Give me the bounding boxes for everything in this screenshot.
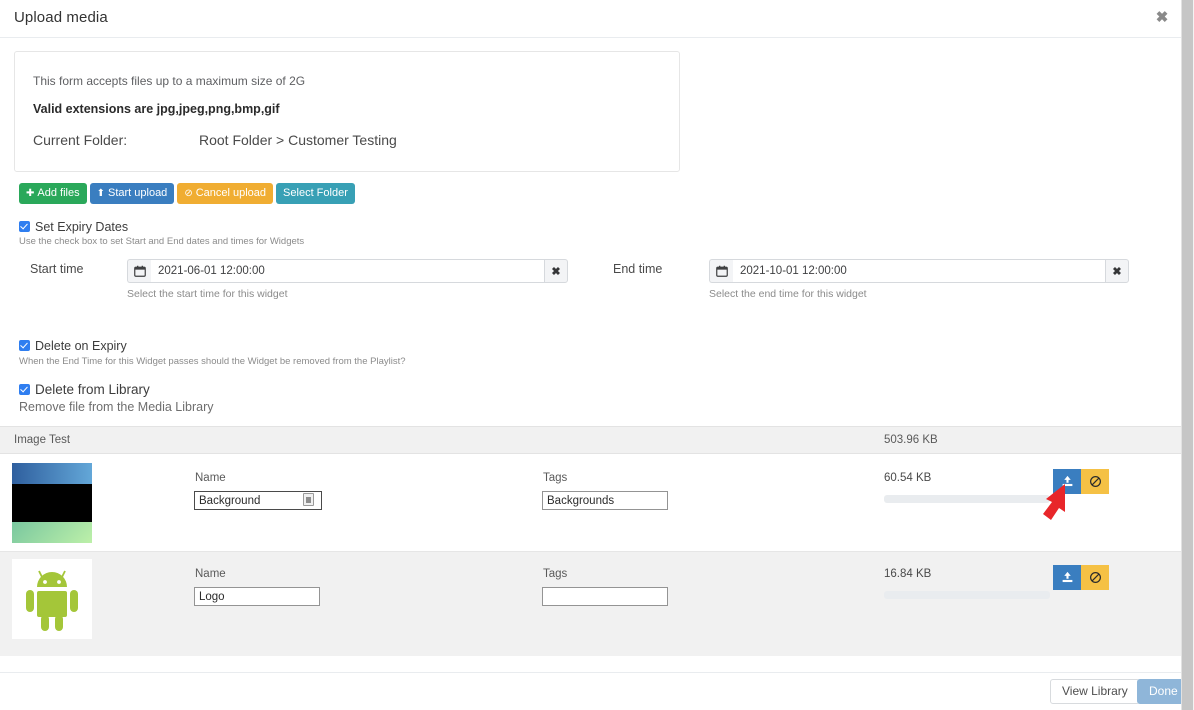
- upload-media-modal: Upload media ✖ This form accepts files u…: [0, 0, 1194, 710]
- end-time-label: End time: [613, 262, 662, 276]
- select-folder-label: Select Folder: [283, 187, 348, 199]
- delete-from-library-row[interactable]: Delete from Library: [19, 381, 150, 399]
- current-folder-value: Root Folder > Customer Testing: [199, 132, 397, 148]
- start-time-clear-button[interactable]: ✖: [544, 259, 568, 283]
- max-size-text: This form accepts files up to a maximum …: [33, 74, 305, 88]
- row-action-buttons: [1053, 469, 1109, 494]
- modal-footer: View Library Done: [0, 672, 1181, 710]
- end-time-clear-button[interactable]: ✖: [1105, 259, 1129, 283]
- row-action-buttons: [1053, 565, 1109, 590]
- start-upload-button[interactable]: ⬆Start upload: [90, 183, 175, 204]
- file-tags-input[interactable]: [542, 587, 668, 606]
- tags-column-label: Tags: [543, 568, 567, 580]
- file-list-title: Image Test: [14, 434, 70, 446]
- table-row: Name Tags 60.54 KB: [0, 455, 1181, 551]
- calendar-icon[interactable]: [709, 259, 733, 283]
- name-column-label: Name: [195, 472, 226, 484]
- current-folder-label: Current Folder:: [33, 132, 127, 148]
- modal-header: Upload media ✖: [0, 0, 1181, 38]
- file-tags-input[interactable]: [542, 491, 668, 510]
- scrollbar-thumb[interactable]: [1182, 0, 1193, 710]
- delete-on-expiry-row[interactable]: Delete on Expiry: [19, 337, 127, 355]
- plus-icon: ✚: [26, 188, 34, 199]
- valid-extensions-text: Valid extensions are jpg,jpeg,png,bmp,gi…: [33, 102, 280, 116]
- file-size: 16.84 KB: [884, 568, 931, 580]
- start-time-group: ✖: [127, 259, 568, 283]
- row-upload-button[interactable]: [1053, 565, 1081, 590]
- calendar-icon[interactable]: [127, 259, 151, 283]
- select-folder-button[interactable]: Select Folder: [276, 183, 355, 204]
- delete-from-library-checkbox[interactable]: [19, 384, 30, 395]
- close-icon[interactable]: ✖: [1152, 8, 1172, 28]
- set-expiry-dates-row[interactable]: Set Expiry Dates: [19, 218, 128, 236]
- start-time-input[interactable]: [151, 259, 544, 283]
- file-list-header: Image Test 503.96 KB: [0, 426, 1181, 454]
- upload-info-panel: This form accepts files up to a maximum …: [14, 51, 680, 172]
- delete-on-expiry-help: When the End Time for this Widget passes…: [19, 356, 406, 367]
- upload-progress-bar: [884, 495, 1050, 503]
- end-time-help: Select the end time for this widget: [709, 288, 867, 300]
- android-robot-thumbnail: [12, 559, 92, 639]
- end-time-group: ✖: [709, 259, 1129, 283]
- start-time-help: Select the start time for this widget: [127, 288, 287, 300]
- start-time-label: Start time: [30, 262, 84, 276]
- view-library-button[interactable]: View Library: [1050, 679, 1140, 704]
- file-list-total-size: 503.96 KB: [884, 434, 938, 446]
- name-column-label: Name: [195, 568, 226, 580]
- delete-from-library-help: Remove file from the Media Library: [19, 400, 214, 414]
- vertical-scrollbar[interactable]: [1181, 0, 1194, 710]
- end-time-input[interactable]: [733, 259, 1105, 283]
- gradient-bars-thumbnail: [12, 463, 92, 543]
- delete-on-expiry-checkbox[interactable]: [19, 340, 30, 351]
- upload-progress-bar: [884, 591, 1050, 599]
- cancel-upload-label: Cancel upload: [196, 187, 266, 199]
- table-row: Name Tags 16.84 KB: [0, 551, 1181, 656]
- file-size: 60.54 KB: [884, 472, 931, 484]
- row-upload-button[interactable]: [1053, 469, 1081, 494]
- delete-on-expiry-label: Delete on Expiry: [35, 339, 127, 353]
- cancel-upload-button[interactable]: ⊘ Cancel upload: [177, 183, 273, 204]
- row-cancel-button[interactable]: [1081, 565, 1109, 590]
- page-title: Upload media: [14, 9, 108, 26]
- tags-column-label: Tags: [543, 472, 567, 484]
- set-expiry-dates-help: Use the check box to set Start and End d…: [19, 236, 304, 247]
- autofill-icon[interactable]: [303, 493, 314, 506]
- set-expiry-dates-checkbox[interactable]: [19, 221, 30, 232]
- row-cancel-button[interactable]: [1081, 469, 1109, 494]
- add-files-button[interactable]: ✚Add files: [19, 183, 87, 204]
- set-expiry-dates-label: Set Expiry Dates: [35, 220, 128, 234]
- modal-body: This form accepts files up to a maximum …: [0, 38, 1181, 672]
- add-files-label: Add files: [37, 187, 79, 199]
- upload-action-buttons: ✚Add files⬆Start upload⊘Cancel uploadSel…: [19, 183, 358, 204]
- start-upload-label: Start upload: [108, 187, 167, 199]
- upload-icon: ⬆: [97, 188, 105, 199]
- file-name-input[interactable]: [194, 587, 320, 606]
- delete-from-library-label: Delete from Library: [35, 382, 150, 397]
- ban-icon: ⊘: [184, 188, 192, 199]
